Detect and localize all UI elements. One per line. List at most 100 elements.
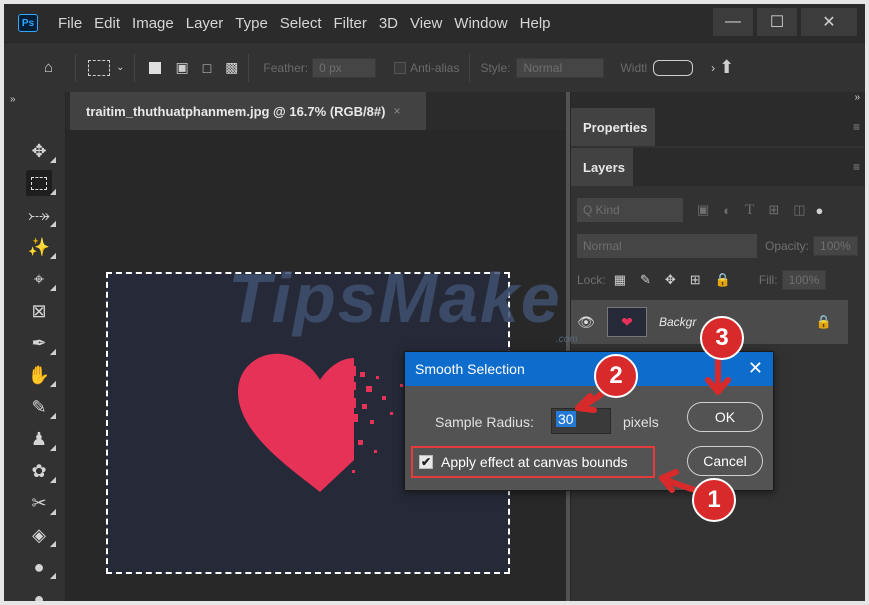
panel-menu-icon[interactable]: ≡ [853,120,860,134]
menu-file[interactable]: File [52,15,88,32]
subtract-selection-icon[interactable]: □ [203,60,211,76]
ps-logo-icon: Ps [18,14,38,32]
style-label: Style: [480,60,511,75]
menu-image[interactable]: Image [126,15,180,32]
lock-artboard-icon[interactable]: ⊞ [690,272,701,288]
opacity-input[interactable]: 100% [813,236,858,256]
new-selection-icon[interactable] [149,61,162,74]
tab-layers[interactable]: Layers [571,148,633,186]
menu-filter[interactable]: Filter [328,15,373,32]
apply-canvas-bounds-row[interactable]: ✔ Apply effect at canvas bounds [411,446,655,478]
history-brush-tool-icon[interactable]: ✿ ◢ [26,458,56,485]
share-icon[interactable]: ⬆ [719,57,734,78]
move-tool-icon[interactable]: ✥ ◢ [26,138,56,165]
menu-window[interactable]: Window [448,15,513,32]
blend-row: Normal Opacity: 100% [577,234,860,258]
menu-layer[interactable]: Layer [180,15,230,32]
divider [469,53,471,82]
dialog-close-icon[interactable]: ✕ [748,358,763,379]
tab-properties[interactable]: Properties [571,108,655,146]
style-select[interactable]: Normal [516,57,605,78]
lock-all-icon[interactable]: 🔒 [715,272,731,288]
blend-mode-select[interactable]: Normal [577,234,757,258]
type-filter-icon[interactable]: T [745,202,754,219]
minimize-button[interactable]: — [713,8,753,36]
shape-filter-icon[interactable]: ⊞ [768,202,779,218]
divider [248,53,250,82]
swap-icon[interactable]: › [711,61,715,75]
lock-transparent-icon[interactable]: ▦ [614,272,626,288]
dodge-tool-icon[interactable]: ● [26,586,52,602]
lock-image-icon[interactable]: ✎ [640,272,651,288]
smooth-selection-dialog: Smooth Selection ✕ Sample Radius: 30 pix… [404,351,774,491]
collapse-toolbar-icon[interactable]: » [10,94,16,105]
eyedropper-tool-icon[interactable]: ✒ ◢ [26,330,56,357]
layer-lock-icon[interactable]: 🔒 [816,314,832,330]
healing-brush-tool-icon[interactable]: ✋ ◢ [26,362,56,389]
divider [75,53,77,82]
magic-wand-tool-icon[interactable]: ✨ ◢ [26,234,56,261]
width-field-icon[interactable] [653,59,694,76]
smart-object-filter-icon[interactable]: ◫ [793,202,805,218]
pixels-unit-label: pixels [623,414,659,430]
close-tab-icon[interactable]: × [393,104,400,118]
layer-filter-row: Q Kind ▣ ◐ T ⊞ ◫ ● [577,196,860,224]
close-window-button[interactable]: ✕ [801,8,857,36]
intersect-selection-icon[interactable]: ▩ [225,59,238,76]
annotation-marker-1: 1 [692,478,736,522]
blur-tool-icon[interactable]: ● ◢ [26,554,56,581]
lock-row: Lock: ▦ ✎ ✥ ⊞ 🔒 Fill: 100% [577,268,860,292]
menu-select[interactable]: Select [274,15,328,32]
lasso-tool-icon[interactable]: ⤐ ◢ [26,202,56,229]
sample-radius-input[interactable]: 30 [551,408,611,434]
filter-toggle-icon[interactable]: ● [816,203,824,218]
eraser-tool-icon[interactable]: ✂ ◢ [26,490,56,517]
heart-shape [238,353,354,492]
apply-canvas-bounds-label: Apply effect at canvas bounds [441,454,628,470]
antialias-checkbox[interactable] [394,61,407,74]
tools-panel: » ✥ ◢ ◢ ⤐ ◢ ✨ ◢ ⌖ ◢ ⊠ ✒ ◢ ✋ ◢ ✎ ◢ ♟ ◢ ✿ ◢ ✂ ◢ ◈ ◢ ●… [4,92,66,601]
width-label: Widtl [620,60,648,75]
menu-3d[interactable]: 3D [373,15,404,32]
clone-stamp-tool-icon[interactable]: ♟ ◢ [26,426,56,453]
marquee-preset-icon[interactable] [88,59,111,76]
menu-type[interactable]: Type [229,15,274,32]
sample-radius-label: Sample Radius: [435,414,534,430]
menu-view[interactable]: View [404,15,448,32]
sample-radius-value: 30 [556,411,576,427]
cancel-button[interactable]: Cancel [687,446,763,476]
feather-input[interactable]: 0 px [312,57,377,78]
paint-bucket-tool-icon[interactable]: ◈ ◢ [26,522,56,549]
document-tab-title: traitim_thuthuatphanmem.jpg @ 16.7% (RGB… [86,103,386,119]
crop-tool-icon[interactable]: ⌖ ◢ [26,266,56,293]
frame-tool-icon[interactable]: ⊠ [26,298,52,324]
collapse-panels-icon[interactable]: » [854,92,860,103]
window-controls: — ☐ ✕ [713,8,857,36]
marquee-tool-icon[interactable]: ◢ [26,170,56,196]
apply-canvas-bounds-checkbox[interactable]: ✔ [419,455,433,469]
watermark-text: TipsMake [228,259,562,337]
layer-thumbnail: ❤ [607,307,647,337]
document-tab[interactable]: traitim_thuthuatphanmem.jpg @ 16.7% (RGB… [70,92,426,130]
brush-tool-icon[interactable]: ✎ ◢ [26,394,56,421]
fill-label: Fill: [758,273,778,287]
fill-input[interactable]: 100% [781,270,827,290]
home-icon[interactable]: ⌂ [44,59,53,76]
annotation-marker-3: 3 [700,316,744,360]
lock-position-icon[interactable]: ✥ [665,272,676,288]
document-tabbar: traitim_thuthuatphanmem.jpg @ 16.7% (RGB… [66,92,566,130]
kind-filter-select[interactable]: Q Kind [577,198,683,222]
divider [134,53,136,82]
chevron-down-icon[interactable]: ⌄ [116,62,124,73]
adjustment-filter-icon[interactable]: ◐ [723,203,731,218]
pixel-filter-icon[interactable]: ▣ [697,202,709,218]
menu-edit[interactable]: Edit [88,15,126,32]
maximize-button[interactable]: ☐ [757,8,797,36]
menu-help[interactable]: Help [514,15,557,32]
lock-label: Lock: [577,273,606,287]
ok-button[interactable]: OK [687,402,763,432]
watermark-suffix: .com [556,334,578,345]
panel-menu-icon[interactable]: ≡ [853,160,860,174]
add-selection-icon[interactable]: ▣ [175,59,188,76]
visibility-eye-icon[interactable]: 👁 [571,314,601,331]
